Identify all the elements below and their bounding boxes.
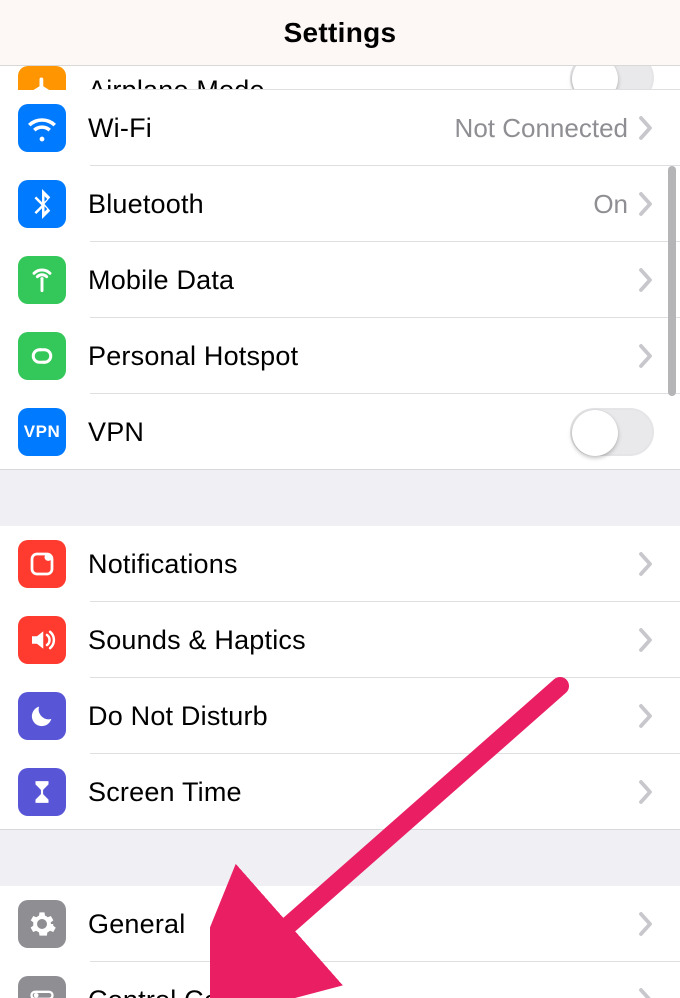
- chevron-right-icon: [638, 266, 654, 294]
- row-label: Notifications: [88, 549, 238, 580]
- row-mobile-data[interactable]: Mobile Data: [0, 242, 680, 318]
- airplane-toggle[interactable]: [570, 66, 654, 90]
- section-gap: [0, 470, 680, 526]
- row-label: Airplane Mode: [88, 75, 265, 91]
- antenna-icon: [18, 256, 66, 304]
- row-label: Bluetooth: [88, 189, 204, 220]
- chevron-right-icon: [638, 910, 654, 938]
- chevron-right-icon: [638, 114, 654, 142]
- row-do-not-disturb[interactable]: Do Not Disturb: [0, 678, 680, 754]
- row-label: Screen Time: [88, 777, 242, 808]
- chevron-right-icon: [638, 778, 654, 806]
- bluetooth-icon: [18, 180, 66, 228]
- hourglass-icon: [18, 768, 66, 816]
- notifications-icon: [18, 540, 66, 588]
- chevron-right-icon: [638, 342, 654, 370]
- settings-group-alerts: Notifications Sounds & Haptics Do Not Di…: [0, 526, 680, 830]
- row-label: Sounds & Haptics: [88, 625, 306, 656]
- row-label: Wi-Fi: [88, 113, 152, 144]
- row-notifications[interactable]: Notifications: [0, 526, 680, 602]
- row-label: Control Centre: [88, 985, 266, 998]
- row-general[interactable]: General: [0, 886, 680, 962]
- chevron-right-icon: [638, 626, 654, 654]
- row-label: Do Not Disturb: [88, 701, 268, 732]
- wifi-icon: [18, 104, 66, 152]
- chevron-right-icon: [638, 190, 654, 218]
- chevron-right-icon: [638, 550, 654, 578]
- scroll-indicator[interactable]: [668, 166, 676, 396]
- vpn-toggle[interactable]: [570, 408, 654, 456]
- moon-icon: [18, 692, 66, 740]
- row-wifi[interactable]: Wi-Fi Not Connected: [0, 90, 680, 166]
- gear-icon: [18, 900, 66, 948]
- row-vpn[interactable]: VPN VPN: [0, 394, 680, 470]
- row-label: Mobile Data: [88, 265, 234, 296]
- settings-group-system: General Control Centre: [0, 886, 680, 998]
- speaker-icon: [18, 616, 66, 664]
- vpn-icon: VPN: [18, 408, 66, 456]
- toggles-icon: [18, 976, 66, 998]
- row-label: Personal Hotspot: [88, 341, 298, 372]
- row-value: Not Connected: [455, 113, 628, 144]
- row-personal-hotspot[interactable]: Personal Hotspot: [0, 318, 680, 394]
- row-airplane-mode[interactable]: Airplane Mode: [0, 66, 680, 90]
- settings-group-connectivity: Airplane Mode Wi-Fi Not Connected: [0, 66, 680, 470]
- airplane-icon: [18, 66, 66, 90]
- row-label: VPN: [88, 417, 144, 448]
- row-control-centre[interactable]: Control Centre: [0, 962, 680, 998]
- chevron-right-icon: [638, 702, 654, 730]
- row-label: General: [88, 909, 185, 940]
- chevron-right-icon: [638, 986, 654, 998]
- link-icon: [18, 332, 66, 380]
- page-title: Settings: [284, 17, 397, 49]
- section-gap: [0, 830, 680, 886]
- row-bluetooth[interactable]: Bluetooth On: [0, 166, 680, 242]
- settings-scroll-area[interactable]: Airplane Mode Wi-Fi Not Connected: [0, 66, 680, 998]
- row-sounds-haptics[interactable]: Sounds & Haptics: [0, 602, 680, 678]
- nav-header: Settings: [0, 0, 680, 66]
- row-screen-time[interactable]: Screen Time: [0, 754, 680, 830]
- row-value: On: [593, 189, 628, 220]
